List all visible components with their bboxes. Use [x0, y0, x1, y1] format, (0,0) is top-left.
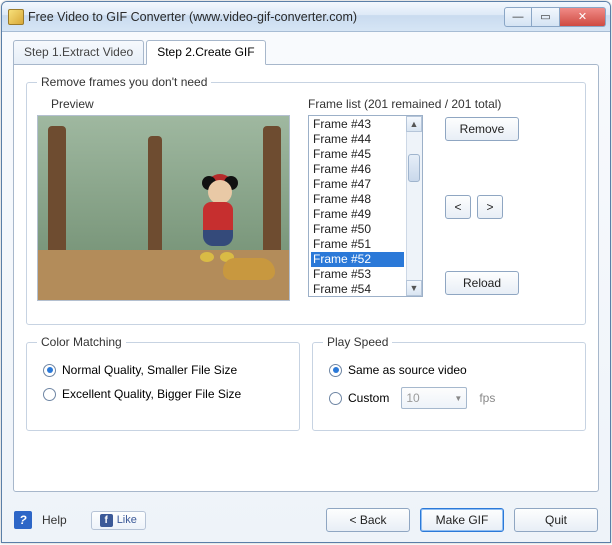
maximize-button[interactable]: ▭: [532, 7, 560, 27]
minimize-button[interactable]: —: [504, 7, 532, 27]
preview-column: Preview: [37, 97, 292, 312]
radio-same-speed[interactable]: Same as source video: [329, 363, 575, 377]
make-gif-button[interactable]: Make GIF: [420, 508, 504, 532]
help-icon[interactable]: ?: [14, 511, 32, 529]
fps-suffix: fps: [479, 391, 495, 405]
remove-button[interactable]: Remove: [445, 117, 519, 141]
play-speed-group: Play Speed Same as source video Custom 1…: [312, 335, 586, 431]
frame-list-item[interactable]: Frame #49: [311, 207, 404, 222]
preview-image: [37, 115, 290, 301]
radio-icon: [329, 364, 342, 377]
frame-list-item[interactable]: Frame #47: [311, 177, 404, 192]
tab-step1[interactable]: Step 1.Extract Video: [13, 40, 144, 65]
color-matching-legend: Color Matching: [37, 335, 126, 349]
footer-bar: ? Help f Like < Back Make GIF Quit: [14, 508, 598, 532]
frames-legend: Remove frames you don't need: [37, 75, 211, 89]
radio-icon: [43, 388, 56, 401]
radio-label: Excellent Quality, Bigger File Size: [62, 387, 241, 401]
tab-page-step2: Remove frames you don't need Preview: [13, 64, 599, 492]
scrollbar-track[interactable]: ▲ ▼: [406, 116, 422, 296]
frame-list-item[interactable]: Frame #53: [311, 267, 404, 282]
prev-frame-button[interactable]: <: [445, 195, 471, 219]
scroll-up-icon[interactable]: ▲: [406, 116, 422, 132]
fps-combo[interactable]: 10 ▼: [401, 387, 467, 409]
app-window: Free Video to GIF Converter (www.video-g…: [1, 1, 611, 543]
frame-list-item[interactable]: Frame #54: [311, 282, 404, 297]
frame-listbox[interactable]: Frame #43Frame #44Frame #45Frame #46Fram…: [308, 115, 423, 297]
framelist-label: Frame list (201 remained / 201 total): [308, 97, 575, 111]
play-speed-legend: Play Speed: [323, 335, 392, 349]
window-title: Free Video to GIF Converter (www.video-g…: [28, 10, 504, 24]
titlebar: Free Video to GIF Converter (www.video-g…: [2, 2, 610, 32]
next-frame-button[interactable]: >: [477, 195, 503, 219]
radio-excellent-quality[interactable]: Excellent Quality, Bigger File Size: [43, 387, 289, 401]
app-icon: [8, 9, 24, 25]
radio-icon: [329, 392, 342, 405]
close-button[interactable]: ✕: [560, 7, 606, 27]
fps-value: 10: [406, 391, 419, 405]
window-buttons: — ▭ ✕: [504, 7, 606, 27]
frame-list-item[interactable]: Frame #46: [311, 162, 404, 177]
back-button[interactable]: < Back: [326, 508, 410, 532]
frame-list-item[interactable]: Frame #44: [311, 132, 404, 147]
color-matching-group: Color Matching Normal Quality, Smaller F…: [26, 335, 300, 431]
frame-list-item[interactable]: Frame #52: [311, 252, 404, 267]
client-area: Step 1.Extract Video Step 2.Create GIF R…: [2, 32, 610, 542]
facebook-icon: f: [100, 514, 113, 527]
scroll-thumb[interactable]: [408, 154, 420, 182]
frame-list-item[interactable]: Frame #51: [311, 237, 404, 252]
help-link[interactable]: Help: [42, 513, 67, 527]
tab-step2[interactable]: Step 2.Create GIF: [146, 40, 265, 65]
quit-button[interactable]: Quit: [514, 508, 598, 532]
reload-button[interactable]: Reload: [445, 271, 519, 295]
radio-label: Custom: [348, 391, 389, 405]
framelist-side-buttons: Remove < > Reload: [445, 115, 519, 295]
scroll-down-icon[interactable]: ▼: [406, 280, 422, 296]
frame-list-item[interactable]: Frame #50: [311, 222, 404, 237]
frames-group: Remove frames you don't need Preview: [26, 75, 586, 325]
frame-list-item[interactable]: Frame #45: [311, 147, 404, 162]
framelist-column: Frame list (201 remained / 201 total) Fr…: [308, 97, 575, 312]
tab-strip: Step 1.Extract Video Step 2.Create GIF: [13, 40, 599, 65]
fb-like-label: Like: [117, 514, 137, 526]
radio-label: Same as source video: [348, 363, 467, 377]
chevron-down-icon: ▼: [454, 394, 462, 403]
frame-list-item[interactable]: Frame #48: [311, 192, 404, 207]
radio-icon: [43, 364, 56, 377]
frame-list-item[interactable]: Frame #43: [311, 117, 404, 132]
radio-normal-quality[interactable]: Normal Quality, Smaller File Size: [43, 363, 289, 377]
radio-label: Normal Quality, Smaller File Size: [62, 363, 237, 377]
preview-label: Preview: [51, 97, 292, 111]
fb-like-button[interactable]: f Like: [91, 511, 146, 530]
radio-custom-speed[interactable]: Custom 10 ▼ fps: [329, 387, 575, 409]
